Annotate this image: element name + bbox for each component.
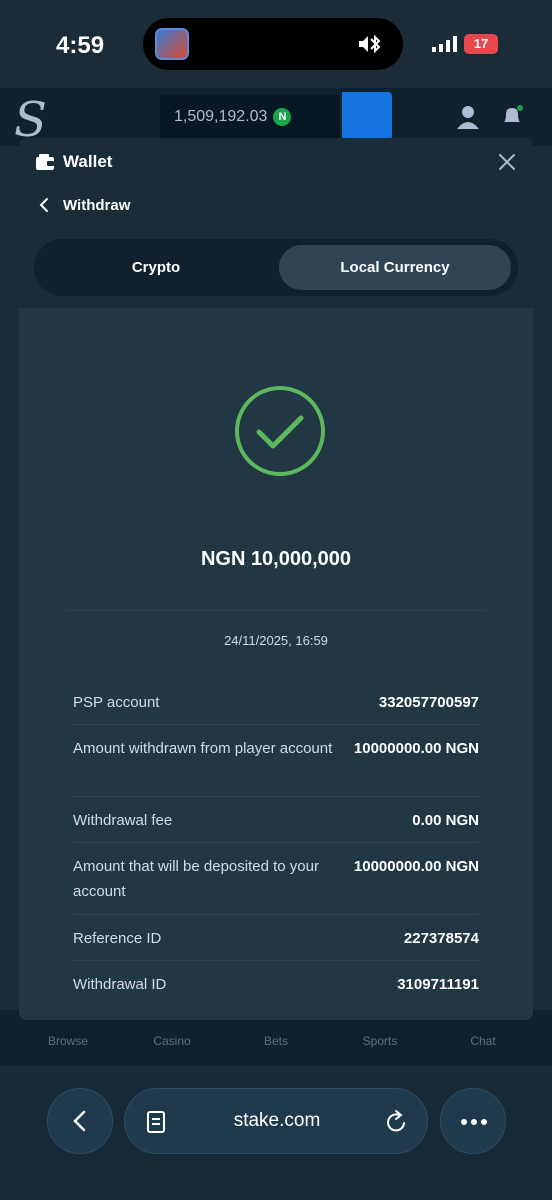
mute-bluetooth-icon — [359, 34, 381, 54]
detail-row: Reference ID 227378574 — [73, 915, 479, 961]
wallet-button[interactable] — [342, 92, 392, 140]
withdrawal-success-panel: NGN 10,000,000 24/11/2025, 16:59 PSP acc… — [19, 308, 533, 1020]
detail-value: 10000000.00 NGN — [353, 858, 479, 875]
tab-local-currency[interactable]: Local Currency — [279, 245, 511, 290]
status-bar: 4:59 17 — [0, 0, 552, 88]
nav-chat[interactable]: Chat — [443, 1034, 523, 1048]
detail-row: Amount withdrawn from player account 100… — [73, 725, 479, 797]
modal-header: Wallet Withdraw — [19, 138, 533, 230]
detail-label: Reference ID — [73, 930, 162, 947]
nav-browse[interactable]: Browse — [28, 1034, 108, 1048]
address-bar[interactable]: stake.com — [124, 1088, 428, 1154]
wallet-modal: Wallet Withdraw Crypto Local Currency NG… — [19, 138, 533, 1020]
nav-casino[interactable]: Casino — [132, 1034, 212, 1048]
signal-icon — [432, 36, 457, 52]
tab-crypto[interactable]: Crypto — [40, 245, 272, 290]
detail-row: PSP account 332057700597 — [73, 680, 479, 725]
detail-value: 0.00 NGN — [412, 812, 479, 829]
user-icon[interactable] — [455, 104, 481, 130]
withdraw-title[interactable]: Withdraw — [63, 197, 130, 214]
check-circle-icon — [235, 386, 325, 476]
now-playing-thumbnail — [155, 28, 189, 60]
chevron-left-icon[interactable] — [37, 196, 51, 214]
divider — [65, 610, 487, 611]
currency-tabs: Crypto Local Currency — [34, 239, 518, 296]
close-icon[interactable] — [496, 151, 518, 173]
detail-label: Amount that will be deposited to your ac… — [73, 858, 319, 900]
balance-display[interactable]: 1,509,192.03 N — [160, 95, 340, 139]
withdrawal-amount: NGN 10,000,000 — [200, 548, 352, 570]
more-button[interactable] — [440, 1088, 506, 1154]
detail-value: 227378574 — [403, 930, 479, 947]
dynamic-island — [143, 18, 403, 70]
currency-badge: N — [273, 108, 292, 126]
nav-bets[interactable]: Bets — [236, 1034, 316, 1048]
url-text: stake.com — [233, 1110, 321, 1131]
detail-value: 3109711191 — [397, 976, 479, 993]
transaction-datetime: 24/11/2025, 16:59 — [224, 633, 328, 648]
detail-label: PSP account — [73, 694, 160, 711]
detail-row: Withdrawal fee 0.00 NGN — [73, 797, 479, 843]
chevron-left-icon — [73, 1110, 86, 1132]
detail-value: 332057700597 — [378, 694, 479, 711]
nav-sports[interactable]: Sports — [340, 1034, 420, 1048]
detail-label: Withdrawal fee — [73, 812, 173, 829]
clock: 4:59 — [56, 32, 105, 59]
wallet-icon — [36, 154, 54, 170]
transaction-details: PSP account 332057700597 Amount withdraw… — [73, 680, 479, 1007]
detail-value: 10000000.00 NGN — [353, 740, 479, 757]
battery-indicator: 17 — [464, 34, 498, 54]
modal-title: Wallet — [63, 152, 113, 171]
reload-icon[interactable] — [385, 1109, 409, 1135]
bell-icon[interactable] — [498, 102, 526, 130]
more-icon — [461, 1119, 487, 1125]
detail-label: Amount withdrawn from player account — [73, 740, 333, 757]
browser-back-button[interactable] — [47, 1088, 113, 1154]
detail-row: Amount that will be deposited to your ac… — [73, 843, 479, 915]
balance-value: 1,509,192.03 — [174, 108, 268, 125]
detail-label: Withdrawal ID — [73, 976, 167, 993]
detail-row: Withdrawal ID 3109711191 — [73, 961, 479, 1007]
